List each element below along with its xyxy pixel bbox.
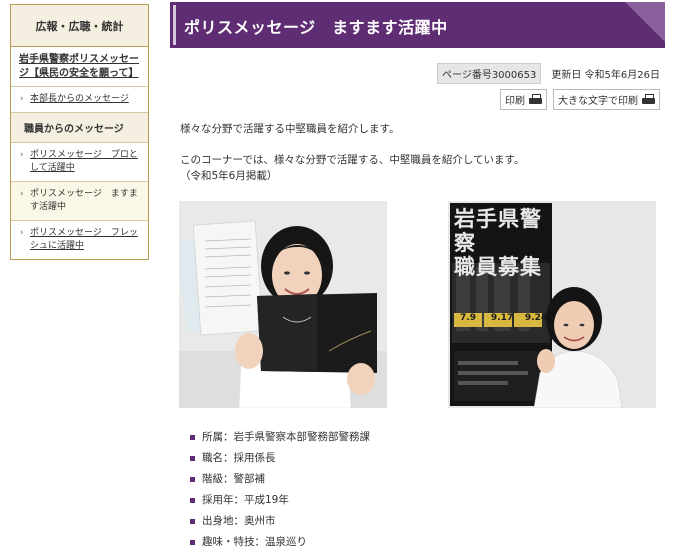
- poster-title: 岩手県警察 職員募集: [454, 207, 550, 279]
- poster-date: 9.24: [524, 313, 548, 323]
- sidebar-item-label[interactable]: 本部長からのメッセージ: [30, 94, 129, 104]
- sidebar-item-label[interactable]: ポリスメッセージ プロとして活躍中: [30, 150, 138, 173]
- chevron-right-icon: ›: [20, 94, 24, 104]
- sidebar-parent-link[interactable]: 岩手県警察ポリスメッセージ【県民の安全を願って】: [19, 54, 139, 79]
- sidebar-section-heading: 職員からのメッセージ: [11, 113, 148, 143]
- page-number-badge: ページ番号3000653: [437, 63, 542, 84]
- officer-photo-illustration: [179, 201, 387, 408]
- sidebar-item-current: › ポリスメッセージ ますます活躍中: [11, 182, 148, 221]
- sidebar-item-label[interactable]: ポリスメッセージ フレッシュに活躍中: [30, 228, 138, 251]
- sidebar-item-chief-message[interactable]: › 本部長からのメッセージ: [11, 87, 148, 113]
- print-toolbar: 印刷 大きな文字で印刷: [500, 89, 660, 110]
- print-button[interactable]: 印刷: [500, 89, 547, 110]
- officer-photo-poster: 岩手県警察 職員募集 7.9 9.17 9.24: [448, 201, 656, 408]
- profile-item: 階級：警部補: [190, 469, 370, 490]
- poster-date: 9.17: [490, 313, 514, 323]
- profile-item: 所属：岩手県警察本部警務部警務課: [190, 427, 370, 448]
- print-large-label: 大きな文字で印刷: [558, 96, 638, 107]
- page-meta: ページ番号3000653 更新日 令和5年6月26日: [437, 63, 660, 84]
- sidebar-item-fresh[interactable]: › ポリスメッセージ フレッシュに活躍中: [11, 221, 148, 259]
- officer-photo-pamphlet: [179, 201, 387, 408]
- description-line: このコーナーでは、様々な分野で活躍する、中堅職員を紹介しています。: [180, 154, 525, 166]
- chevron-right-icon: ›: [20, 228, 24, 238]
- profile-item: 採用年：平成19年: [190, 490, 370, 511]
- corner-decoration: [625, 2, 665, 42]
- sidebar-item-label: ポリスメッセージ ますます活躍中: [30, 189, 138, 212]
- sidebar-parent-item: 岩手県警察ポリスメッセージ【県民の安全を願って】: [11, 47, 148, 87]
- page-title: ポリスメッセージ ますます活躍中: [184, 18, 448, 37]
- profile-item: 出身地：奥州市: [190, 511, 370, 532]
- publication-note: （令和5年6月掲載）: [180, 170, 278, 182]
- sidebar-header: 広報・広聴・統計: [11, 5, 148, 47]
- profile-item: 趣味・特技：温泉巡り: [190, 532, 370, 552]
- print-large-button[interactable]: 大きな文字で印刷: [553, 89, 660, 110]
- page-title-bar: ポリスメッセージ ますます活躍中: [170, 2, 665, 48]
- profile-list: 所属：岩手県警察本部警務部警務課 職名：採用係長 階級：警部補 採用年：平成19…: [190, 427, 370, 552]
- chevron-right-icon: ›: [20, 189, 24, 199]
- updated-date: 更新日 令和5年6月26日: [551, 70, 660, 81]
- poster-dates: 7.9 9.17 9.24: [454, 313, 550, 323]
- poster-date: 7.9: [460, 313, 476, 323]
- description-text: このコーナーでは、様々な分野で活躍する、中堅職員を紹介しています。 （令和5年6…: [180, 152, 525, 184]
- sidebar-item-pro[interactable]: › ポリスメッセージ プロとして活躍中: [11, 143, 148, 182]
- poster-title-line2: 職員募集: [454, 254, 542, 279]
- printer-icon: [529, 94, 542, 105]
- printer-icon: [642, 94, 655, 105]
- poster-title-line1: 岩手県警察: [454, 206, 542, 255]
- print-label: 印刷: [505, 96, 525, 107]
- sidebar-nav: 広報・広聴・統計 岩手県警察ポリスメッセージ【県民の安全を願って】 › 本部長か…: [10, 4, 149, 260]
- profile-item: 職名：採用係長: [190, 448, 370, 469]
- chevron-right-icon: ›: [20, 150, 24, 160]
- intro-text: 様々な分野で活躍する中堅職員を紹介します。: [180, 123, 400, 135]
